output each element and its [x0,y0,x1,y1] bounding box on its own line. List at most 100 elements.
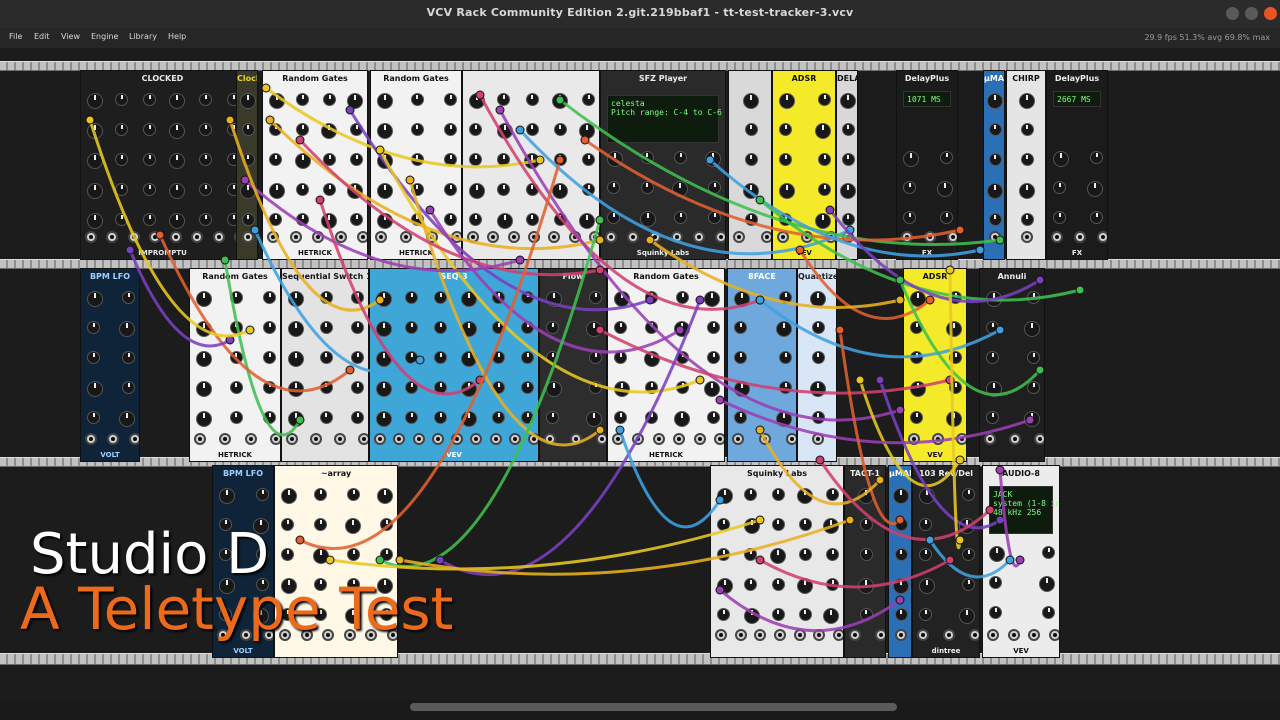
menu-engine[interactable]: Engine [91,32,118,41]
knob[interactable] [959,518,975,534]
knob[interactable] [405,321,418,334]
jack-input[interactable] [242,231,254,243]
knob[interactable] [962,578,975,591]
knob[interactable] [410,213,424,226]
knob[interactable] [776,321,792,337]
knob[interactable] [546,411,559,424]
knob[interactable] [903,181,916,194]
knob[interactable] [1027,381,1040,394]
knob[interactable] [196,321,212,337]
knob[interactable] [676,291,689,304]
knob[interactable] [940,211,953,224]
knob[interactable] [269,153,282,166]
knob[interactable] [269,93,285,109]
knob[interactable] [1053,151,1069,167]
knob[interactable] [496,123,513,139]
knob[interactable] [645,291,658,304]
knob[interactable] [779,381,792,394]
knob[interactable] [1027,291,1040,304]
knob[interactable] [469,213,482,226]
knob[interactable] [492,411,505,424]
knob[interactable] [263,351,276,364]
knob[interactable] [779,291,792,304]
jack-input[interactable] [412,433,425,445]
knob[interactable] [241,153,255,166]
knob[interactable] [949,381,962,394]
knob[interactable] [351,291,364,304]
knob[interactable] [988,123,1002,136]
knob[interactable] [553,123,567,136]
jack-input[interactable] [334,231,347,243]
knob[interactable] [410,123,424,136]
knob[interactable] [319,381,333,394]
knob[interactable] [919,608,932,621]
knob[interactable] [115,183,128,196]
knob[interactable] [988,153,1002,166]
knob[interactable] [169,153,186,169]
knob[interactable] [350,153,363,166]
jack-input[interactable] [470,433,483,445]
knob[interactable] [196,291,212,307]
module-8face[interactable]: 8FACE [727,268,797,462]
knob[interactable] [551,183,568,199]
jack-input[interactable] [895,629,907,641]
knob[interactable] [143,183,156,196]
knob[interactable] [553,153,567,166]
knob[interactable] [1090,151,1103,164]
knob[interactable] [87,123,103,139]
module-ornament[interactable] [462,70,600,260]
knob[interactable] [87,291,103,307]
knob[interactable] [319,321,333,334]
jack-input[interactable] [374,433,386,445]
knob[interactable] [263,381,276,394]
knob[interactable] [771,518,785,531]
jack-input[interactable] [194,433,206,445]
jack-input[interactable] [693,433,706,445]
knob[interactable] [469,123,482,136]
knob[interactable] [376,411,392,427]
jack-input[interactable] [568,231,581,243]
module-mixer-8[interactable]: Squinky Labs [710,465,844,658]
jack-input[interactable] [1021,231,1033,243]
knob[interactable] [288,321,304,337]
knob[interactable] [521,291,534,304]
jack-input[interactable] [589,231,599,243]
knob[interactable] [840,183,856,199]
close-button[interactable] [1264,7,1277,20]
jack-input[interactable] [813,629,826,641]
menu-edit[interactable]: Edit [34,32,50,41]
module-seq3[interactable]: SEQ-3 VEV [369,268,539,462]
knob[interactable] [841,153,855,166]
knob[interactable] [582,183,595,196]
jack-input[interactable] [947,231,957,243]
knob[interactable] [946,411,962,427]
knob[interactable] [281,518,294,531]
knob[interactable] [229,321,243,334]
knob[interactable] [579,213,595,229]
knob[interactable] [798,548,812,561]
knob[interactable] [744,153,758,166]
knob[interactable] [269,123,282,136]
knob[interactable] [288,291,304,307]
jack-input[interactable] [467,231,479,243]
knob[interactable] [704,291,720,307]
jack-input[interactable] [289,231,302,243]
knob[interactable] [1020,123,1034,136]
knob[interactable] [770,548,786,564]
knob[interactable] [169,213,186,229]
knob[interactable] [645,321,658,334]
jack-input[interactable] [842,231,854,243]
knob[interactable] [586,321,602,337]
knob[interactable] [734,411,747,424]
knob[interactable] [196,351,212,367]
knob[interactable] [582,153,595,166]
jack-input[interactable] [777,231,789,243]
jack-input[interactable] [393,433,406,445]
knob[interactable] [229,291,243,304]
knob[interactable] [405,291,418,304]
jack-input[interactable] [1028,629,1041,641]
knob[interactable] [779,351,792,364]
knob[interactable] [351,351,364,364]
jack-input[interactable] [528,433,538,445]
knob[interactable] [1042,546,1055,559]
